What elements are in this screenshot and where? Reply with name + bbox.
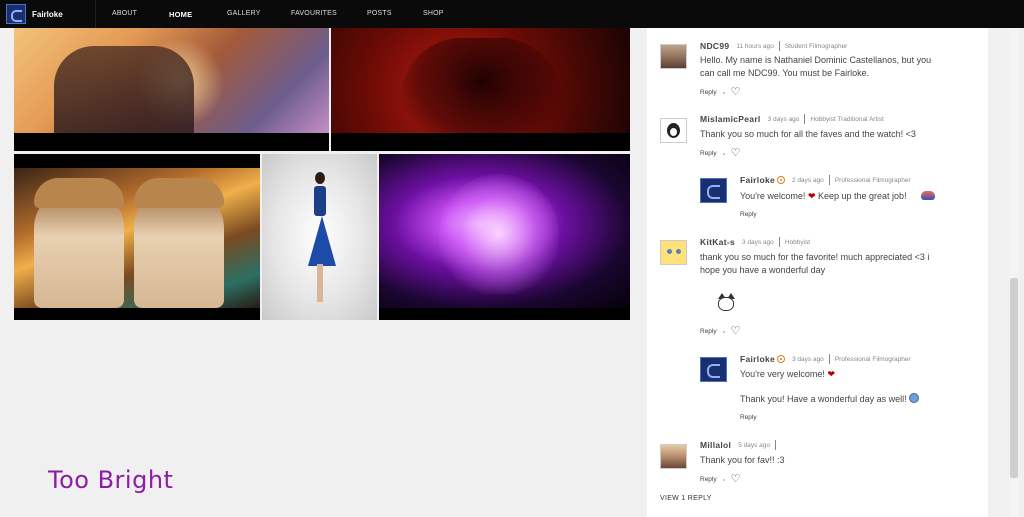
reply-button[interactable]: Reply [700, 150, 717, 157]
comment-text: Thank you! Have a wonderful day as well! [740, 393, 940, 406]
like-heart-icon[interactable] [731, 472, 741, 485]
nav-gallery[interactable]: GALLERY [227, 10, 261, 17]
comment-header: MislamicPearl 3 days ago Hobbyist Tradit… [700, 114, 884, 124]
thumbnail-artwork [401, 38, 561, 133]
comment-text-part: You're very welcome! [740, 369, 825, 379]
thumbnail-artwork [54, 46, 194, 133]
avatar[interactable] [660, 44, 687, 69]
comment-header: KitKat-s 3 days ago Hobbyist [700, 237, 810, 247]
reply-button[interactable]: Reply [700, 328, 717, 335]
cat-emote-icon [716, 293, 736, 311]
nav-favourites[interactable]: FAVOURITES [291, 10, 337, 17]
comment-actions: Reply [700, 85, 741, 98]
comment-header: Fairloke 3 days ago Professional Filmogr… [740, 354, 911, 364]
nav-shop[interactable]: SHOP [423, 10, 444, 17]
comment-username[interactable]: NDC99 [700, 41, 729, 51]
avatar[interactable] [700, 357, 727, 382]
comment-username[interactable]: Millalol [700, 440, 731, 450]
comment-username[interactable]: MislamicPearl [700, 114, 761, 124]
comment-header: NDC99 11 hours ago Student Filmographer [700, 41, 847, 51]
heart-icon: ❤ [827, 369, 835, 379]
divider [828, 175, 830, 185]
separator-dot [722, 91, 725, 94]
thumbnail-artwork [307, 172, 336, 302]
avatar[interactable] [660, 444, 687, 469]
comment-role: Professional Filmographer [834, 176, 911, 184]
badge-icon [777, 355, 785, 363]
smile-emote-icon [909, 393, 920, 403]
comment-text-part: You're welcome! [740, 191, 806, 201]
comment-role: Hobbyist Traditional Artist [810, 115, 884, 123]
comment-username[interactable]: Fairloke [740, 175, 775, 185]
avatar[interactable] [660, 240, 687, 265]
comment-text: thank you so much for the favorite! much… [700, 252, 930, 275]
like-heart-icon[interactable] [731, 324, 741, 337]
divider [778, 237, 780, 247]
avatar[interactable] [700, 178, 727, 203]
comment-actions: Reply [700, 472, 741, 485]
comment-text: You're very welcome! ❤ [740, 368, 940, 381]
thumbnail-artwork [439, 174, 559, 294]
comment-time[interactable]: 11 hours ago [736, 43, 773, 50]
separator-dot [722, 330, 725, 333]
gallery-thumbnail[interactable] [262, 154, 377, 320]
gallery-thumbnail[interactable] [14, 28, 329, 151]
nav-home[interactable]: HOME [169, 10, 192, 19]
divider [828, 354, 830, 364]
car-emote-icon [921, 191, 935, 200]
reply-button[interactable]: Reply [700, 89, 717, 96]
thumbnail-artwork [34, 178, 234, 308]
gallery-thumbnail[interactable] [331, 28, 630, 151]
comment-time[interactable]: 2 days ago [792, 177, 824, 184]
comment-text: Hello. My name is Nathaniel Dominic Cast… [700, 55, 932, 78]
artwork-title: Too Bright [48, 466, 174, 494]
gallery-grid [0, 28, 640, 328]
comment-header: Millalol 5 days ago [700, 440, 781, 450]
view-replies-link[interactable]: VIEW 1 REPLY [660, 495, 712, 502]
comment-actions: Reply [740, 211, 757, 218]
reply-button[interactable]: Reply [740, 211, 757, 218]
comment-actions: Reply [740, 414, 757, 421]
comment-role: Professional Filmographer [834, 355, 911, 363]
reply-button[interactable]: Reply [700, 476, 717, 483]
comment-text-part: Thank you! Have a wonderful day as well! [740, 394, 907, 404]
comment-time[interactable]: 3 days ago [792, 356, 824, 363]
comment-text: You're welcome! ❤ Keep up the great job! [740, 190, 940, 203]
separator-dot [722, 478, 725, 481]
nav-about[interactable]: ABOUT [112, 10, 137, 17]
divider [775, 440, 777, 450]
brand[interactable]: Fairloke [0, 0, 96, 28]
gallery-thumbnail[interactable] [14, 154, 260, 320]
comment-text: Thank you so much for all the faves and … [700, 129, 916, 139]
comment-username[interactable]: KitKat-s [700, 237, 735, 247]
avatar[interactable] [660, 118, 687, 143]
comment-role: Student Filmographer [784, 42, 848, 50]
comment-actions: Reply [700, 146, 741, 159]
like-heart-icon[interactable] [731, 146, 741, 159]
heart-icon: ❤ [807, 191, 816, 201]
reply-button[interactable]: Reply [740, 414, 757, 421]
nav-posts[interactable]: POSTS [367, 10, 392, 17]
comment-time[interactable]: 5 days ago [738, 442, 770, 449]
divider [804, 114, 806, 124]
comment-actions: Reply [700, 324, 741, 337]
brand-avatar [6, 4, 26, 24]
separator-dot [722, 152, 725, 155]
top-navbar: Fairloke ABOUT HOME GALLERY FAVOURITES P… [0, 0, 1024, 28]
brand-name: Fairloke [32, 9, 63, 19]
scrollbar-thumb[interactable] [1010, 278, 1018, 478]
badge-icon [777, 176, 785, 184]
comment-time[interactable]: 3 days ago [742, 239, 774, 246]
comment-header: Fairloke 2 days ago Professional Filmogr… [740, 175, 911, 185]
comment-text: Thank you for fav!! :3 [700, 455, 785, 465]
comment-role: Hobbyist [784, 238, 811, 246]
divider [778, 41, 780, 51]
like-heart-icon[interactable] [731, 85, 741, 98]
gallery-thumbnail[interactable] [379, 154, 630, 320]
comment-time[interactable]: 3 days ago [768, 116, 800, 123]
comment-username[interactable]: Fairloke [740, 354, 775, 364]
comment-text-part: Keep up the great job! [818, 191, 907, 201]
